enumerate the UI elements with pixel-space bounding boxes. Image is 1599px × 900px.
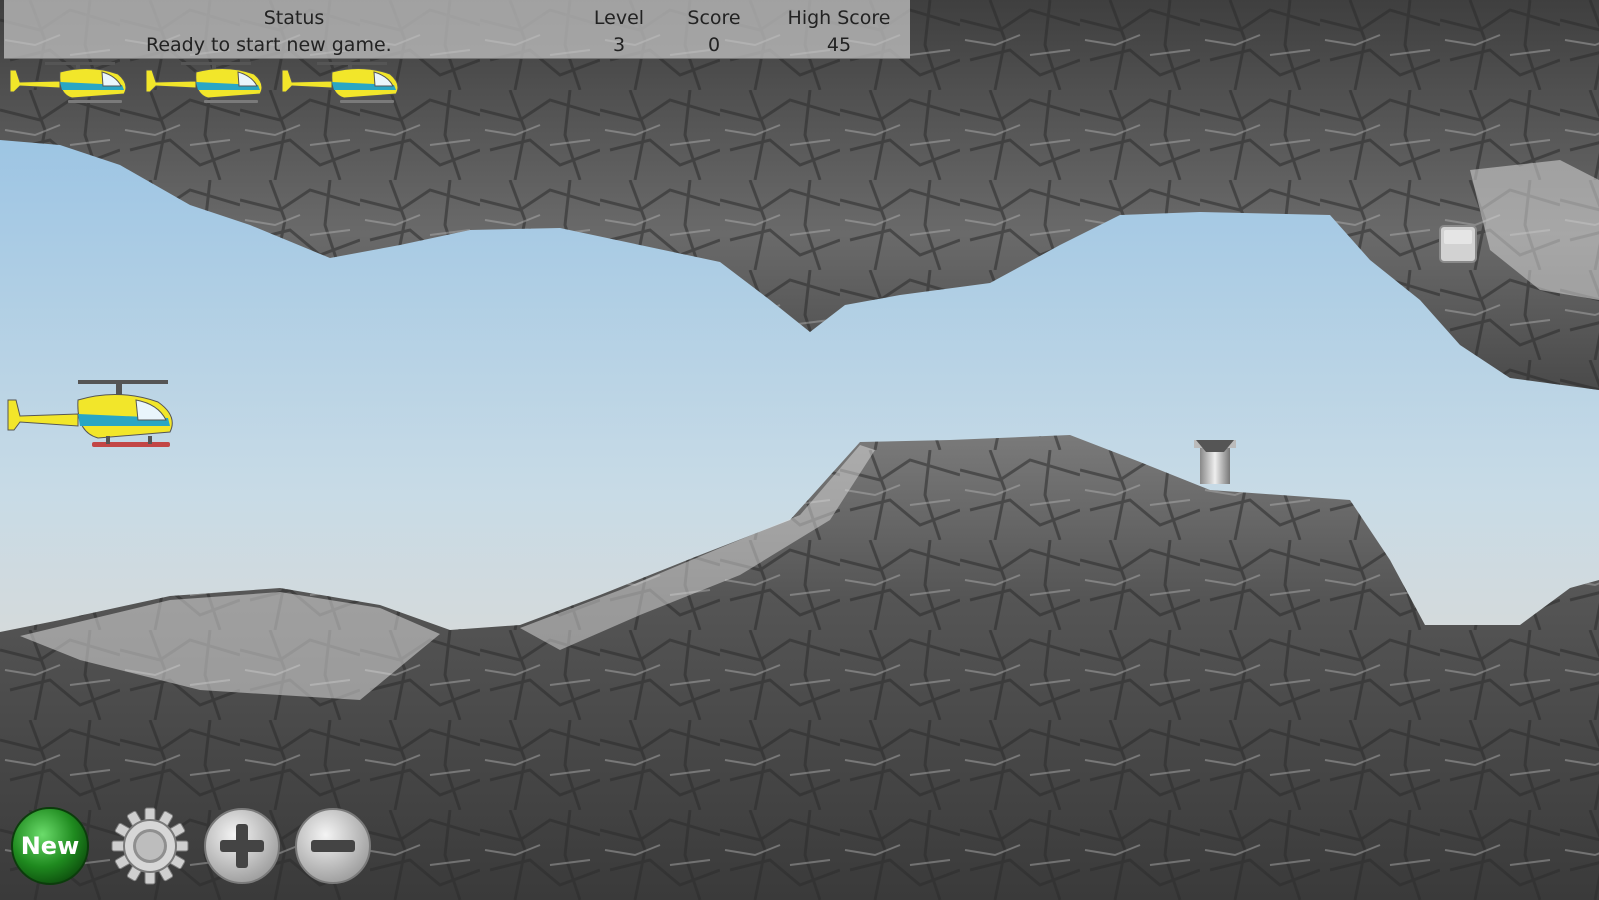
zoom-out-button[interactable] [293, 806, 373, 886]
level-label: Level [593, 7, 645, 29]
status-panel: Status Ready to start new game. Level 3 … [4, 0, 910, 59]
fuel-canister [1194, 440, 1236, 484]
pause-icon [1439, 225, 1477, 263]
pause-button[interactable] [1438, 224, 1478, 264]
score-value: 0 [707, 34, 721, 56]
high-score-value: 45 [826, 34, 852, 56]
score-label: Score [687, 7, 741, 29]
new-game-button[interactable]: New [10, 806, 90, 886]
settings-button[interactable] [110, 806, 190, 886]
status-label: Status [263, 7, 325, 29]
plus-icon [204, 808, 280, 884]
life-helicopter-icon [10, 62, 127, 103]
life-helicopter-icon [282, 62, 399, 103]
lives-indicator [10, 60, 430, 105]
new-game-label: New [21, 832, 80, 860]
life-helicopter-icon [146, 62, 263, 103]
level-value: 3 [612, 34, 626, 56]
status-value: Ready to start new game. [146, 34, 392, 56]
minus-icon [295, 808, 371, 884]
zoom-in-button[interactable] [202, 806, 282, 886]
gear-icon [111, 807, 189, 885]
high-score-label: High Score [787, 7, 891, 29]
game-scene [0, 0, 1599, 900]
